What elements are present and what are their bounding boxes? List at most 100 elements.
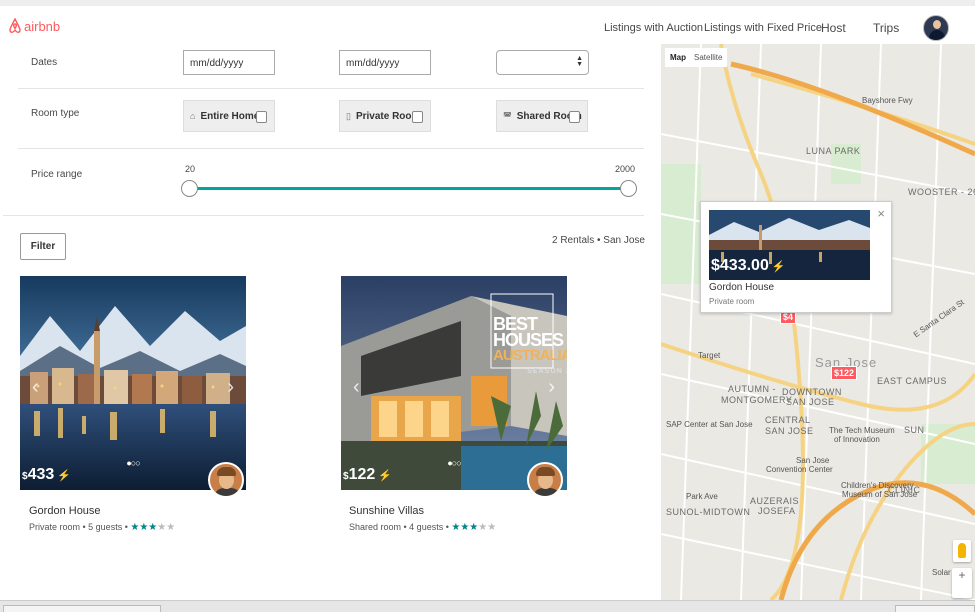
nav-listings-fixed-price[interactable]: Listings with Fixed Price: [704, 22, 822, 34]
room-type-label-text: Entire Home: [200, 110, 260, 122]
map-label: SAN JOSE: [786, 397, 835, 407]
overlay-text-3: AUSTRALIA: [493, 347, 567, 364]
listing-subtitle: Shared room • 4 guests • ★★★★★: [349, 522, 496, 533]
listing-image-sunshine-villas[interactable]: BEST HOUSES AUSTRALIA SEASON 3 ‹ › ●○○ $…: [341, 276, 567, 490]
price-slider-max-handle[interactable]: [620, 180, 637, 197]
guests-select[interactable]: ▲ ▼: [496, 50, 589, 75]
map-label: Bayshore Fwy: [862, 96, 913, 105]
nav-trips[interactable]: Trips: [873, 21, 899, 35]
price-min-value: 20: [185, 164, 196, 174]
map-tab-map[interactable]: Map: [665, 48, 691, 67]
map-tab-satellite[interactable]: Satellite: [689, 48, 728, 67]
select-arrows-icon: ▲ ▼: [576, 55, 583, 68]
listing-title[interactable]: Sunshine Villas: [349, 505, 424, 517]
airbnb-logo-icon: [9, 18, 21, 33]
map-label: of Innovation: [834, 435, 880, 444]
popup-room-type: Private room: [709, 297, 755, 306]
price-slider-min-handle[interactable]: [181, 180, 198, 197]
instant-book-icon: ⚡: [57, 470, 71, 482]
map-label: SUN: [904, 425, 925, 435]
price-slider-track[interactable]: [190, 187, 628, 190]
overlay-text-2: HOUSES: [493, 330, 564, 350]
rating-stars-icon: ★★★★★: [130, 522, 176, 533]
map-label: Park Ave: [686, 492, 718, 501]
popup-listing-name[interactable]: Gordon House: [709, 282, 774, 293]
popup-price-value: $433.00: [711, 257, 769, 274]
carousel-dots[interactable]: ●○○: [126, 458, 140, 468]
door-icon: ▯: [346, 110, 351, 121]
map-label: San Jose: [796, 456, 830, 465]
map-label: Convention Center: [766, 465, 833, 474]
listing-image-gordon-house[interactable]: ‹ › ●○○ $433 ⚡: [20, 276, 246, 490]
room-type-private-room[interactable]: ▯ Private Room: [339, 100, 431, 132]
user-avatar[interactable]: [923, 15, 949, 41]
private-room-checkbox[interactable]: [412, 111, 423, 123]
rating-stars-icon: ★★★★★: [451, 522, 497, 533]
brand-name: airbnb: [24, 18, 61, 34]
map-label: EAST CAMPUS: [877, 376, 947, 386]
map-label: WOOSTER - 26TH: [908, 187, 975, 197]
check-in-date-input[interactable]: mm/dd/yyyy: [183, 50, 275, 75]
host-avatar[interactable]: [527, 462, 563, 498]
filter-button[interactable]: Filter: [20, 233, 66, 260]
map-label: SAN JOSE: [765, 426, 814, 436]
listing-title[interactable]: Gordon House: [29, 505, 101, 517]
map-label: SAP Center at San Jose: [666, 420, 753, 429]
popup-price: $433.00 ⚡: [711, 257, 786, 275]
results-count: 2 Rentals • San Jose: [552, 235, 645, 246]
carousel-dots[interactable]: ●○○: [447, 458, 461, 468]
bottom-bar: [0, 600, 975, 612]
map-label: SUNOL-MIDTOWN: [666, 507, 751, 517]
listing-price: $433 ⚡: [22, 466, 71, 484]
home-icon: ⌂: [190, 111, 196, 121]
map-view[interactable]: Map Satellite LUNA PARK WOOSTER - 26TH B…: [661, 44, 975, 600]
check-out-date-input[interactable]: mm/dd/yyyy: [339, 50, 431, 75]
airbnb-logo[interactable]: airbnb: [8, 18, 60, 34]
map-price-pin[interactable]: $122: [831, 366, 858, 380]
dates-label: Dates: [31, 57, 58, 68]
overlay-text-4: SEASON 3: [527, 368, 567, 375]
divider: [18, 148, 644, 149]
map-listing-popup[interactable]: $433.00 ⚡ × Gordon House Private room: [700, 201, 892, 313]
map-label: Target: [698, 351, 721, 360]
carousel-prev-icon[interactable]: ‹: [32, 376, 39, 399]
map-label: AUTUMN -: [728, 384, 776, 394]
close-icon[interactable]: ×: [877, 206, 885, 221]
listing-price: $122 ⚡: [343, 466, 392, 484]
popup-image: $433.00 ⚡: [709, 210, 870, 280]
map-label: Solar: [932, 568, 951, 577]
entire-home-checkbox[interactable]: [256, 111, 267, 123]
bed-icon: ◚: [503, 110, 512, 121]
host-avatar[interactable]: [208, 462, 244, 498]
price-value: 433: [27, 466, 55, 483]
carousel-next-icon[interactable]: ›: [548, 376, 555, 399]
price-max-value: 2000: [615, 164, 636, 174]
instant-book-icon: ⚡: [378, 470, 392, 482]
room-type-shared-room[interactable]: ◚ Shared Room: [496, 100, 588, 132]
room-type-label-text: Private Room: [355, 110, 421, 122]
map-label: CLINIC: [888, 485, 921, 495]
shared-room-checkbox[interactable]: [569, 111, 580, 123]
top-nav: airbnb Listings with Auction Listings wi…: [0, 0, 975, 44]
nav-listings-auction[interactable]: Listings with Auction: [604, 22, 703, 34]
carousel-prev-icon[interactable]: ‹: [353, 376, 360, 399]
instant-book-icon: ⚡: [771, 261, 786, 273]
bottom-tab[interactable]: [895, 605, 975, 612]
room-type-entire-home[interactable]: ⌂ Entire Home: [183, 100, 275, 132]
map-zoom-in-button[interactable]: +: [952, 568, 972, 598]
map-label: AUZERAIS: [750, 496, 800, 506]
nav-host[interactable]: Host: [821, 21, 846, 35]
divider: [3, 215, 644, 216]
listing-subtitle: Private room • 5 guests • ★★★★★: [29, 522, 175, 533]
map-label: The Tech Museum: [829, 426, 895, 435]
map-label: CENTRAL: [765, 415, 811, 425]
divider: [18, 88, 644, 89]
bottom-tab[interactable]: [3, 605, 161, 612]
price-range-label: Price range: [31, 169, 83, 180]
map-label: JOSEFA: [758, 506, 796, 516]
map-label: DOWNTOWN: [782, 387, 842, 397]
listing-details: Shared room • 4 guests •: [349, 522, 449, 532]
listing-details: Private room • 5 guests •: [29, 522, 128, 532]
street-view-pegman-icon[interactable]: [953, 540, 971, 562]
carousel-next-icon[interactable]: ›: [227, 376, 234, 399]
